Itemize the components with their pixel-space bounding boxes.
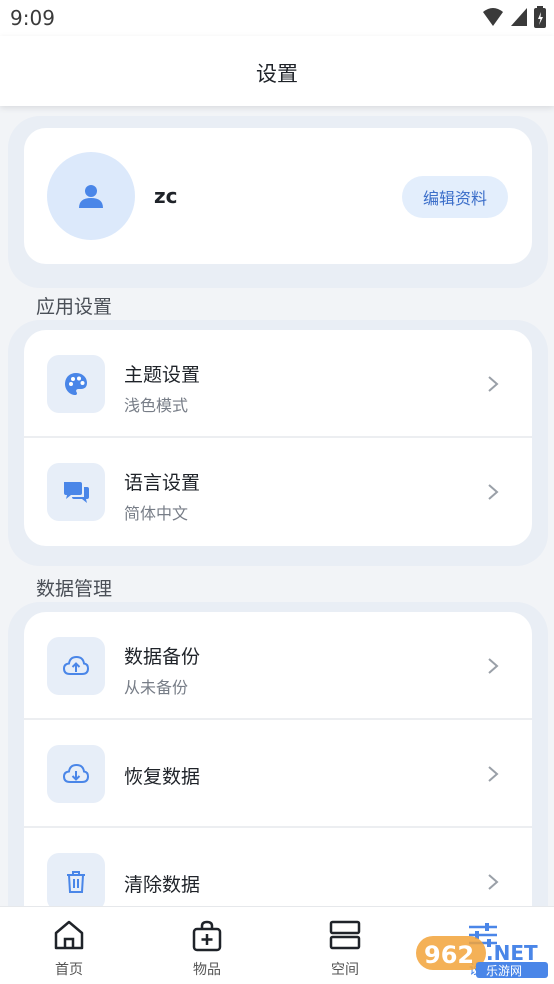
nav-label-space: 空间	[331, 962, 359, 978]
clear-data-title: 清除数据	[124, 874, 201, 896]
home-icon	[54, 920, 84, 950]
svg-text:962: 962	[424, 941, 474, 969]
svg-text:.NET: .NET	[486, 941, 538, 965]
app-header: 设置	[0, 36, 554, 106]
profile-card-inner: zc 编辑资料	[24, 128, 532, 264]
backup-title: 数据备份	[124, 646, 201, 668]
language-icon-box	[47, 463, 105, 521]
backup-icon-box	[47, 637, 105, 695]
signal-icon	[511, 8, 527, 26]
status-bar: 9:09	[0, 0, 554, 36]
cloud-upload-icon	[62, 655, 90, 675]
status-time: 9:09	[10, 6, 55, 30]
cloud-download-icon	[62, 763, 90, 783]
language-settings-subtitle: 简体中文	[124, 504, 189, 523]
theme-settings-subtitle: 浅色模式	[124, 396, 189, 415]
profile-card: zc 编辑资料	[8, 116, 548, 288]
trash-icon	[67, 871, 85, 893]
theme-icon-box	[47, 355, 105, 413]
section-title-app-settings: 应用设置	[36, 296, 113, 318]
space-icon	[329, 920, 361, 950]
chat-bubbles-icon	[64, 482, 89, 503]
language-settings-row[interactable]: 语言设置 简体中文	[24, 438, 532, 546]
chevron-right-icon	[488, 376, 499, 392]
theme-settings-row[interactable]: 主题设置 浅色模式	[24, 330, 532, 438]
status-icons	[482, 6, 546, 28]
restore-row[interactable]: 恢复数据	[24, 720, 532, 828]
section-title-data-management: 数据管理	[36, 578, 113, 600]
chevron-right-icon	[488, 874, 499, 890]
clear-data-icon-box	[47, 853, 105, 911]
app-settings-card-inner: 主题设置 浅色模式 语言设置 简体中文	[24, 330, 532, 546]
chevron-right-icon	[488, 484, 499, 500]
language-settings-title: 语言设置	[124, 472, 201, 494]
restore-title: 恢复数据	[124, 766, 201, 788]
theme-settings-title: 主题设置	[124, 364, 201, 386]
chevron-right-icon	[488, 766, 499, 782]
battery-icon	[534, 6, 546, 28]
bag-plus-icon	[192, 920, 222, 952]
backup-row[interactable]: 数据备份 从未备份	[24, 612, 532, 720]
palette-icon	[65, 373, 87, 395]
page-title: 设置	[256, 62, 298, 86]
app-settings-card: 主题设置 浅色模式 语言设置 简体中文	[8, 320, 548, 566]
chevron-right-icon	[488, 658, 499, 674]
user-icon	[79, 185, 103, 208]
username: zc	[154, 184, 178, 208]
nav-item-items[interactable]: 物品	[138, 907, 276, 984]
backup-subtitle: 从未备份	[124, 678, 189, 697]
wifi-icon	[483, 8, 503, 26]
nav-item-home[interactable]: 首页	[0, 907, 138, 984]
watermark-logo: 962 .NET 乐游网	[416, 936, 548, 978]
edit-profile-button[interactable]: 编辑资料	[402, 176, 508, 218]
avatar[interactable]	[47, 152, 135, 240]
nav-label-items: 物品	[193, 962, 221, 978]
svg-text:乐游网: 乐游网	[486, 964, 522, 978]
nav-label-home: 首页	[55, 962, 83, 978]
restore-icon-box	[47, 745, 105, 803]
nav-item-space[interactable]: 空间	[276, 907, 414, 984]
